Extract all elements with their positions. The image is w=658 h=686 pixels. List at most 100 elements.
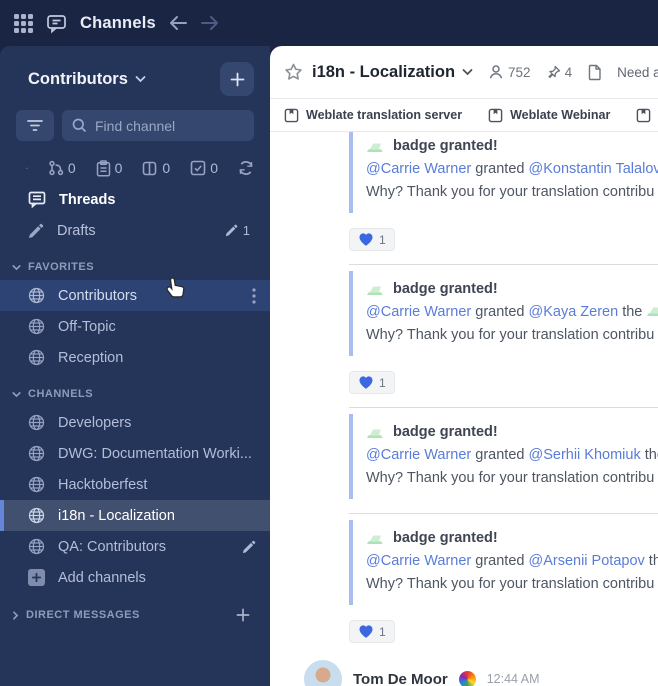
channel-header: i18n - Localization 752 4 Need a: [270, 46, 658, 98]
pinned-link-label: Weblate Webinar: [510, 108, 611, 122]
reviews-counter[interactable]: 0: [142, 160, 170, 176]
search-input[interactable]: Find channel: [62, 110, 254, 141]
mention-carrie-warner[interactable]: @Carrie Warner: [366, 447, 471, 463]
channel-item-i18n-localization[interactable]: i18n - Localization: [0, 500, 270, 531]
channel-title-text: i18n - Localization: [312, 62, 456, 81]
badge-why-text: Why? Thank you for your translation cont…: [366, 470, 655, 486]
channel-item-qa-contributors[interactable]: QA: Contributors: [0, 531, 270, 562]
mention-carrie-warner[interactable]: @Carrie Warner: [366, 161, 471, 177]
issues-counter[interactable]: 0: [96, 159, 122, 177]
plus-square-icon: [28, 569, 45, 586]
sync-button[interactable]: [238, 160, 254, 176]
heart-reaction[interactable]: 1: [349, 228, 395, 251]
members-count[interactable]: 752: [488, 64, 531, 80]
blue-heart-icon: [359, 376, 373, 389]
badge-emoji: [367, 286, 383, 295]
create-new-button[interactable]: [220, 62, 254, 96]
add-channels-label: Add channels: [58, 569, 146, 586]
threads-label: Threads: [59, 191, 116, 208]
channel-topic[interactable]: Need assis: [617, 65, 658, 80]
chevron-down-icon: [12, 264, 21, 270]
members-count-value: 752: [508, 64, 531, 80]
badge-why-text: Why? Thank you for your translation cont…: [366, 327, 655, 343]
pinned-link-l10n[interactable]: L10: [636, 108, 658, 123]
heart-reaction[interactable]: 1: [349, 371, 395, 394]
app-grid-icon[interactable]: [14, 13, 33, 33]
team-switcher[interactable]: Contributors: [28, 70, 146, 89]
sidebar-item-threads[interactable]: Threads: [0, 184, 270, 215]
history-back-icon[interactable]: [168, 15, 188, 31]
channel-item-developers[interactable]: Developers: [0, 407, 270, 438]
section-channels[interactable]: CHANNELS: [0, 373, 270, 407]
reaction-count: 1: [379, 375, 386, 390]
mention-serhii-khomiuk[interactable]: @Serhii Khomiuk: [528, 447, 640, 463]
filter-button[interactable]: [16, 110, 54, 141]
chevron-right-icon: [13, 610, 19, 620]
kebab-menu-icon[interactable]: [252, 287, 256, 304]
avatar[interactable]: [304, 660, 342, 686]
merge-requests-counter[interactable]: 0: [48, 160, 76, 176]
channel-label: QA: Contributors: [58, 538, 166, 555]
badge-why-text: Why? Thank you for your translation cont…: [366, 184, 655, 200]
section-direct-messages[interactable]: DIRECT MESSAGES: [0, 593, 270, 629]
mention-carrie-warner[interactable]: @Carrie Warner: [366, 304, 471, 320]
topic-file-icon[interactable]: [587, 64, 602, 81]
drafts-count-badge: 1: [242, 223, 250, 238]
document-icon: [588, 64, 601, 80]
message-list: badge granted! @Carrie Warner granted @K…: [270, 132, 658, 686]
mention-arsenii-potapov[interactable]: @Arsenii Potapov: [528, 553, 644, 569]
globe-channel-icon: [28, 538, 45, 555]
pinned-links-bar: Weblate translation server Weblate Webin…: [270, 98, 658, 132]
author-name[interactable]: Tom De Moor: [353, 671, 448, 686]
channel-item-reception[interactable]: Reception: [0, 342, 270, 373]
pencil-icon: [29, 223, 44, 238]
channel-label: i18n - Localization: [58, 507, 175, 524]
filter-icon: [27, 120, 43, 131]
pinned-count[interactable]: 4: [546, 65, 572, 80]
chevron-down-icon: [135, 76, 146, 83]
message-group: badge granted! @Carrie Warner granted @K…: [349, 271, 658, 395]
badge-quote-block: badge granted! @Carrie Warner granted @K…: [349, 271, 658, 356]
add-channels-button[interactable]: Add channels: [0, 562, 270, 593]
sidebar-item-drafts[interactable]: Drafts 1: [0, 215, 270, 246]
globe-channel-icon: [28, 414, 45, 431]
globe-channel-icon: [28, 349, 45, 366]
add-dm-button[interactable]: [236, 608, 250, 622]
heart-reaction[interactable]: 1: [349, 620, 395, 643]
bookmark-icon: [488, 108, 503, 122]
mention-kaya-zeren[interactable]: @Kaya Zeren: [528, 304, 618, 320]
merge-request-icon: [49, 160, 64, 176]
history-forward-icon[interactable]: [200, 15, 220, 31]
chevron-down-icon: [462, 69, 473, 76]
sync-icon: [239, 160, 253, 176]
favorite-star-icon[interactable]: [284, 63, 303, 81]
channel-title[interactable]: i18n - Localization: [312, 63, 473, 82]
person-icon: [489, 65, 503, 79]
gitlab-icon[interactable]: [26, 158, 28, 178]
top-bar-title: Channels: [80, 13, 156, 32]
reaction-count: 1: [379, 624, 386, 639]
channel-item-hacktoberfest[interactable]: Hacktoberfest: [0, 469, 270, 500]
channel-item-contributors[interactable]: Contributors: [0, 280, 270, 311]
channel-label: Off-Topic: [58, 318, 116, 335]
channels-bubble-icon: [45, 12, 68, 35]
badge-emoji: [367, 535, 383, 544]
clipboard-icon: [96, 159, 110, 177]
search-placeholder: Find channel: [95, 117, 176, 134]
channel-item-off-topic[interactable]: Off-Topic: [0, 311, 270, 342]
mention-konstantin-talalov[interactable]: @Konstantin Talalov: [528, 161, 658, 177]
pinned-link-weblate-webinar[interactable]: Weblate Webinar: [488, 108, 610, 123]
badge-emoji: [647, 307, 658, 316]
globe-channel-icon: [28, 287, 45, 304]
channel-item-dwg[interactable]: DWG: Documentation Worki...: [0, 438, 270, 469]
pinned-link-weblate-server[interactable]: Weblate translation server: [284, 108, 462, 123]
pencil-icon: [225, 224, 238, 237]
blue-heart-icon: [359, 233, 373, 246]
section-favorites[interactable]: FAVORITES: [0, 246, 270, 280]
merge-requests-count: 0: [67, 160, 76, 176]
todos-counter[interactable]: 0: [190, 160, 218, 176]
section-label: DIRECT MESSAGES: [26, 609, 140, 621]
mention-carrie-warner[interactable]: @Carrie Warner: [366, 553, 471, 569]
channel-label: Hacktoberfest: [58, 476, 148, 493]
badge-title: badge granted!: [393, 138, 498, 154]
